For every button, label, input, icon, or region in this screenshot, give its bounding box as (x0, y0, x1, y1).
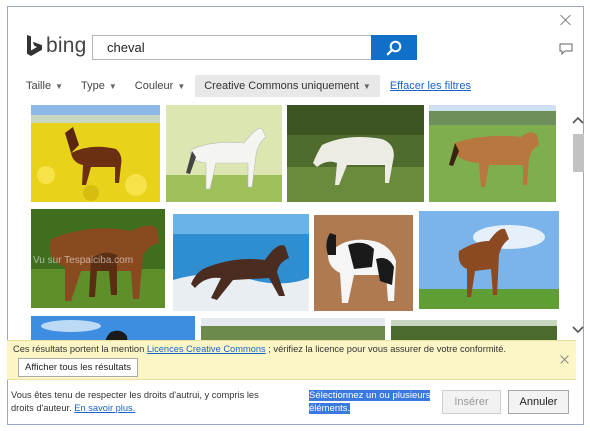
notice-text-after: ; vérifiez la licence pour vous assurer … (265, 344, 506, 354)
watermark: Vu sur Tespaiciba.com (33, 255, 134, 266)
image-result[interactable] (429, 105, 556, 202)
filter-license[interactable]: Creative Commons uniquement ▼ (195, 75, 380, 97)
selection-hint: Sélectionnez un ou plusieurs éléments. (309, 389, 437, 415)
image-result[interactable] (166, 105, 282, 202)
selection-hint-text: Sélectionnez un ou plusieurs éléments. (309, 390, 431, 414)
image-result[interactable] (287, 105, 424, 202)
filter-label: Type (81, 80, 105, 92)
chevron-down-icon: ▼ (108, 81, 117, 91)
bing-logo-icon (27, 35, 42, 56)
close-icon[interactable] (559, 13, 573, 27)
chevron-down-icon: ▼ (55, 81, 63, 91)
logo-text: bing (46, 34, 87, 57)
filter-type[interactable]: Type ▼ (81, 80, 117, 92)
image-result[interactable] (31, 105, 160, 202)
filter-label: Couleur (134, 80, 174, 92)
search-input[interactable] (93, 36, 369, 59)
chevron-down-icon: ▼ (177, 81, 186, 91)
image-result[interactable] (314, 215, 413, 311)
scrollbar-thumb[interactable] (573, 134, 584, 172)
license-notice-bar: Ces résultats portent la mention Licence… (7, 340, 576, 380)
insert-button[interactable]: Insérer (442, 390, 501, 414)
search-box[interactable] (92, 35, 372, 60)
scroll-down-icon[interactable] (572, 325, 584, 335)
learn-more-link[interactable]: En savoir plus. (74, 403, 135, 413)
bing-logo: bing (26, 34, 87, 58)
dialog-footer: Vous êtes tenu de respecter les droits d… (7, 381, 576, 425)
notice-text-before: Ces résultats portent la mention (13, 344, 147, 354)
scroll-up-icon[interactable] (572, 115, 584, 125)
filter-label: Creative Commons uniquement (204, 80, 359, 92)
feedback-icon[interactable] (559, 43, 573, 55)
image-result[interactable] (419, 211, 559, 309)
show-all-results-button[interactable]: Afficher tous les résultats (18, 358, 138, 377)
image-result[interactable] (173, 214, 309, 311)
filter-color[interactable]: Couleur ▼ (135, 80, 185, 92)
chevron-down-icon: ▼ (362, 81, 371, 91)
search-button[interactable] (371, 35, 417, 60)
license-notice-text: Ces résultats portent la mention Licence… (13, 344, 506, 354)
close-icon[interactable] (560, 354, 570, 364)
copyright-notice: Vous êtes tenu de respecter les droits d… (11, 389, 281, 415)
filter-size[interactable]: Taille ▼ (26, 80, 63, 92)
clear-filters-link[interactable]: Effacer les filtres (390, 80, 471, 92)
filter-label: Taille (26, 80, 52, 92)
image-result[interactable]: Vu sur Tespaiciba.com (31, 209, 165, 308)
image-results-grid: Vu sur Tespaiciba.com (29, 105, 574, 348)
search-icon (386, 40, 402, 55)
filter-bar: Taille ▼ Type ▼ Couleur ▼ Creative Commons … (26, 75, 471, 97)
creative-commons-link[interactable]: Licences Creative Commons (147, 344, 266, 354)
cancel-button[interactable]: Annuler (508, 390, 569, 414)
